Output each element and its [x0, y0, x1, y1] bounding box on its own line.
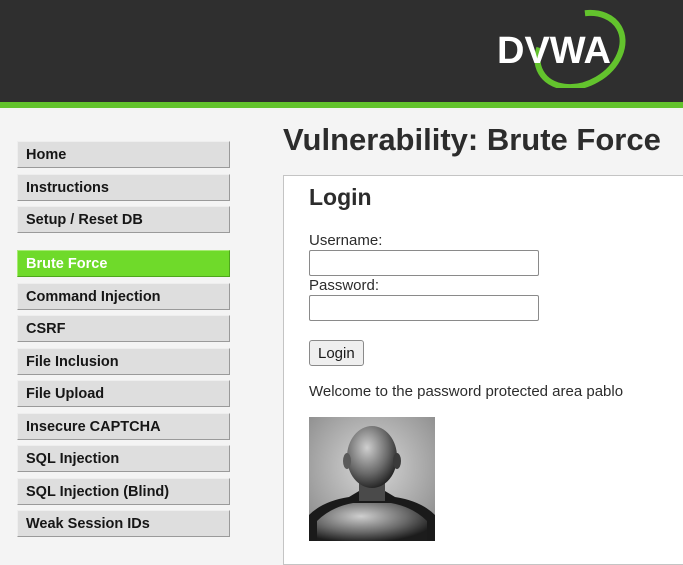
password-label: Password:	[309, 277, 380, 294]
password-input[interactable]	[309, 295, 539, 321]
menu-item-instructions[interactable]: Instructions	[17, 173, 230, 201]
menu-item-sql-injection-blind[interactable]: SQL Injection (Blind)	[17, 477, 230, 505]
sidebar-menu: Home Instructions Setup / Reset DB Brute…	[17, 141, 230, 554]
page-title: Vulnerability: Brute Force	[283, 122, 661, 157]
user-photo-image	[309, 417, 435, 541]
login-heading: Login	[309, 184, 372, 210]
menu-item-command-injection[interactable]: Command Injection	[17, 282, 230, 310]
login-button[interactable]: Login	[309, 340, 364, 366]
logo-text: DVWA	[497, 30, 611, 72]
menu-item-weak-session-ids[interactable]: Weak Session IDs	[17, 510, 230, 537]
menu-item-file-upload[interactable]: File Upload	[17, 380, 230, 407]
menu-item-csrf[interactable]: CSRF	[17, 315, 230, 342]
username-label: Username:	[309, 232, 383, 249]
header-bar: DVWA	[0, 0, 683, 108]
menu-item-file-inclusion[interactable]: File Inclusion	[17, 347, 230, 375]
welcome-message: Welcome to the password protected area p…	[309, 383, 624, 400]
menu-item-sql-injection[interactable]: SQL Injection	[17, 445, 230, 472]
menu-item-brute-force[interactable]: Brute Force	[17, 250, 230, 277]
menu-item-insecure-captcha[interactable]: Insecure CAPTCHA	[17, 412, 230, 440]
menu-item-setup-reset-db[interactable]: Setup / Reset DB	[17, 206, 230, 233]
username-input[interactable]	[309, 250, 539, 276]
vulnerability-content-box: Login Username: Password: Login Welcome …	[283, 175, 683, 565]
menu-group-general: Home Instructions Setup / Reset DB	[17, 141, 230, 233]
menu-group-vulnerabilities: Brute Force Command Injection CSRF File …	[17, 250, 230, 537]
menu-item-home[interactable]: Home	[17, 141, 230, 168]
dvwa-logo[interactable]: DVWA	[490, 8, 640, 88]
